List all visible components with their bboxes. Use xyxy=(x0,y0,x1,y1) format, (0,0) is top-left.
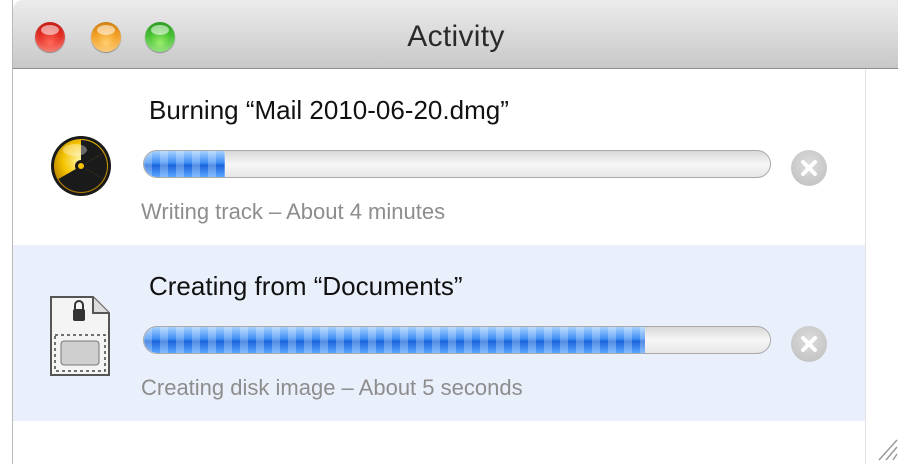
cancel-task-button[interactable] xyxy=(791,150,827,186)
burn-icon xyxy=(51,136,111,196)
progress-fill xyxy=(144,327,645,353)
progress-fill xyxy=(144,151,226,177)
cancel-task-button[interactable] xyxy=(791,326,827,362)
progress-bar xyxy=(143,150,771,178)
title-bar[interactable]: Activity xyxy=(13,0,898,69)
disk-image-icon xyxy=(50,296,110,376)
progress-bar xyxy=(143,326,771,354)
task-status: Writing track – About 4 minutes xyxy=(141,199,446,224)
activity-row-create-image[interactable]: Creating from “Documents” Creating disk … xyxy=(13,245,865,421)
activity-list: Burning “Mail 2010-06-20.dmg” Writing tr… xyxy=(13,69,865,464)
task-status: Creating disk image – About 5 seconds xyxy=(141,375,523,400)
activity-row-burn[interactable]: Burning “Mail 2010-06-20.dmg” Writing tr… xyxy=(13,69,865,245)
task-title: Creating from “Documents” xyxy=(149,271,463,301)
window-title: Activity xyxy=(407,20,505,53)
scrollbar-track[interactable] xyxy=(865,69,898,464)
task-title: Burning “Mail 2010-06-20.dmg” xyxy=(149,95,509,125)
cancel-x-icon xyxy=(801,160,817,176)
resize-grip-icon[interactable] xyxy=(875,434,898,462)
cancel-x-icon xyxy=(801,336,817,352)
activity-window: Activity Burning “Mail 2010-06-20.dmg” W… xyxy=(12,0,898,464)
